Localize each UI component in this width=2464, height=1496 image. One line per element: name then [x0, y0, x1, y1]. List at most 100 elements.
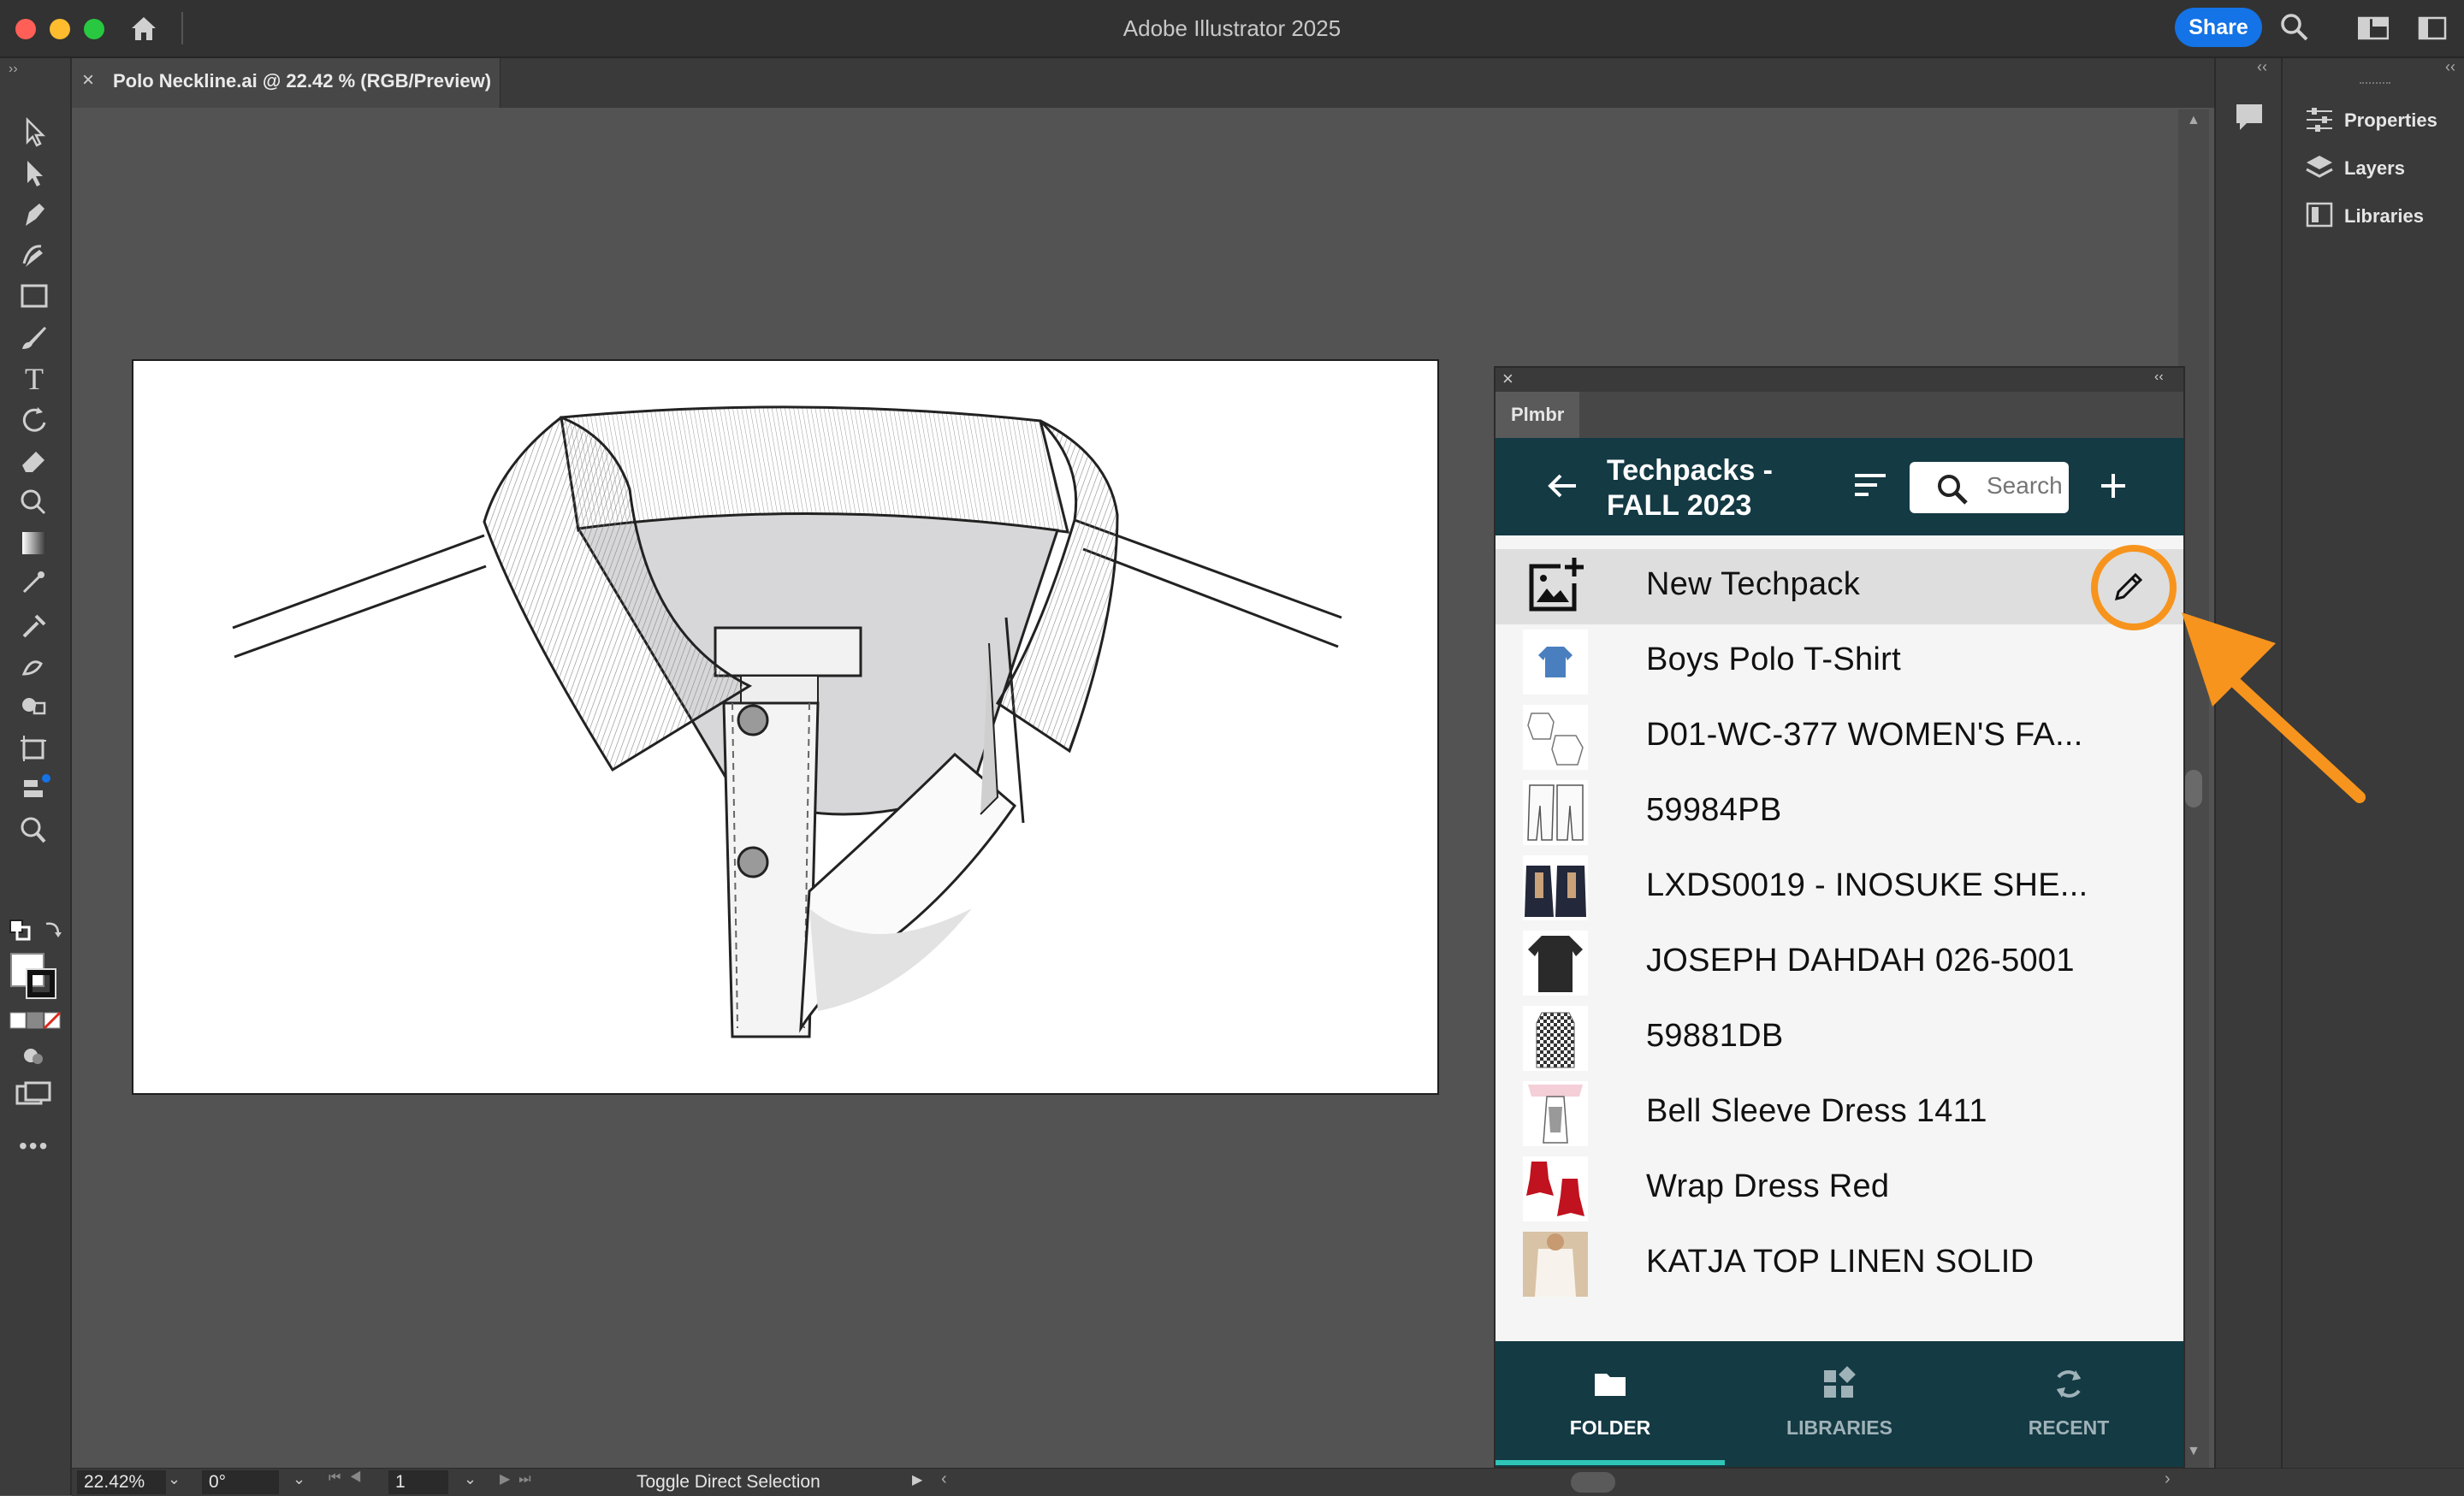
rotate-tool-icon[interactable]	[15, 402, 53, 436]
bottom-navigation: FOLDER LIBRARIES RECENT	[1496, 1341, 2183, 1467]
curvature-tool-icon[interactable]	[15, 238, 53, 272]
comments-icon[interactable]	[2233, 101, 2266, 133]
plmbr-plugin-panel: × ‹‹ Plmbr Techpacks - FALL 2023 Search …	[1494, 366, 2185, 1469]
paintbrush-tool-icon[interactable]	[15, 320, 53, 354]
search-icon[interactable]	[2279, 12, 2310, 43]
artboard-tool-icon[interactable]	[15, 730, 53, 765]
document-tab[interactable]: × Polo Neckline.ai @ 22.42 % (RGB/Previe…	[72, 58, 500, 108]
direct-selection-tool-icon[interactable]	[15, 156, 53, 190]
gradient-tool-icon[interactable]	[15, 525, 53, 559]
back-arrow-icon[interactable]	[1545, 470, 1579, 501]
properties-panel-button[interactable]: Properties	[2300, 101, 2462, 139]
list-item-label: Boys Polo T-Shirt	[1646, 642, 1901, 677]
draw-mode-icon[interactable]	[21, 1044, 48, 1069]
properties-label: Properties	[2344, 109, 2437, 131]
list-item-label: JOSEPH DAHDAH 026-5001	[1646, 943, 2075, 979]
close-tab-icon[interactable]: ×	[82, 68, 94, 92]
arrange-documents-icon[interactable]	[2418, 15, 2447, 41]
scroll-right-arrow-icon[interactable]: ›	[2165, 1469, 2171, 1489]
scroll-down-arrow-icon[interactable]: ▼	[2187, 1444, 2200, 1459]
swap-colors-icon[interactable]	[41, 919, 63, 941]
zoom-dropdown-icon[interactable]: ⌄	[168, 1470, 181, 1488]
list-item-label: 59881DB	[1646, 1018, 1784, 1054]
list-item-label: D01-WC-377 WOMEN'S FA...	[1646, 717, 2083, 753]
refresh-icon	[2057, 1370, 2081, 1398]
folder-icon	[1595, 1374, 1626, 1396]
nav-recent[interactable]: RECENT	[1954, 1341, 2183, 1467]
add-icon[interactable]	[2098, 470, 2129, 501]
polo-neckline-illustration[interactable]	[133, 361, 1437, 1093]
color-mode-icon[interactable]	[9, 1011, 62, 1030]
zoom-tool-icon[interactable]	[15, 813, 53, 847]
status-menu-arrow-icon[interactable]: ▶	[912, 1471, 922, 1488]
expand-panels-icon[interactable]: ‹‹	[2257, 58, 2267, 76]
edit-toolbar-icon[interactable]: •••	[19, 1132, 49, 1160]
layers-label: Layers	[2344, 157, 2405, 179]
pen-tool-icon[interactable]	[15, 197, 53, 231]
list-item[interactable]: Bell Sleeve Dress 1411	[1496, 1076, 2183, 1151]
type-tool-icon[interactable]: T	[15, 361, 53, 396]
nav-folder[interactable]: FOLDER	[1496, 1341, 1725, 1467]
zoom-level-field[interactable]: 22.42%	[77, 1470, 166, 1494]
list-item-label: 59984PB	[1646, 792, 1782, 828]
white-shirts-thumbnail	[1523, 705, 1588, 770]
list-item[interactable]: LXDS0019 - INOSUKE SHE...	[1496, 850, 2183, 925]
list-item-new-techpack[interactable]: New Techpack	[1496, 549, 2183, 624]
close-panel-icon[interactable]: ×	[1502, 368, 1513, 390]
dock-grip[interactable]	[2360, 82, 2390, 87]
layers-panel-button[interactable]: Layers	[2300, 149, 2462, 186]
workspace-switcher-icon[interactable]	[2358, 15, 2389, 41]
scroll-up-arrow-icon[interactable]: ▲	[2187, 113, 2200, 128]
blend-tool-icon[interactable]	[15, 566, 53, 600]
eraser-tool-icon[interactable]	[15, 443, 53, 477]
app-title: Adobe Illustrator 2025	[1122, 15, 1342, 41]
align-tool-icon[interactable]	[15, 772, 53, 806]
rotation-field[interactable]: 0°	[202, 1470, 279, 1494]
collapse-dock-icon[interactable]: ‹‹	[2445, 58, 2455, 76]
sort-icon[interactable]	[1853, 470, 1887, 500]
search-box[interactable]	[1910, 462, 2069, 513]
collapse-toolbar-icon[interactable]: ››	[9, 62, 18, 77]
add-image-icon	[1529, 558, 1584, 612]
nav-libraries[interactable]: LIBRARIES	[1725, 1341, 1954, 1467]
horizontal-scroll-thumb[interactable]	[1571, 1472, 1615, 1493]
list-item[interactable]: 59881DB	[1496, 1001, 2183, 1076]
rotation-dropdown-icon[interactable]: ⌄	[293, 1470, 305, 1488]
share-button[interactable]: Share	[2175, 8, 2262, 47]
list-item[interactable]: 59984PB	[1496, 775, 2183, 850]
screen-mode-icon[interactable]	[15, 1081, 53, 1110]
list-item[interactable]: JOSEPH DAHDAH 026-5001	[1496, 925, 2183, 1001]
default-colors-icon[interactable]	[9, 919, 33, 943]
red-dresses-thumbnail	[1523, 1156, 1588, 1221]
artboard-dropdown-icon[interactable]: ⌄	[464, 1470, 477, 1488]
artboard[interactable]	[132, 359, 1439, 1095]
linen-top-photo-thumbnail	[1523, 1232, 1588, 1297]
list-item[interactable]: Boys Polo T-Shirt	[1496, 624, 2183, 700]
list-item[interactable]: KATJA TOP LINEN SOLID	[1496, 1227, 2183, 1302]
selection-tool-icon[interactable]	[15, 115, 53, 149]
search-icon	[1938, 475, 1968, 505]
plugin-header	[1496, 438, 2183, 535]
list-item[interactable]: Wrap Dress Red	[1496, 1151, 2183, 1227]
libraries-panel-button[interactable]: Libraries	[2300, 197, 2462, 234]
stroke-color-swatch[interactable]	[26, 968, 56, 999]
status-message: Toggle Direct Selection	[637, 1472, 820, 1492]
symbol-sprayer-tool-icon[interactable]	[15, 648, 53, 683]
collapse-panel-icon[interactable]: ‹‹	[2154, 370, 2164, 385]
rectangle-tool-icon[interactable]	[15, 279, 53, 313]
shape-builder-tool-icon[interactable]	[15, 689, 53, 724]
libraries-label: Libraries	[2344, 205, 2424, 227]
artboard-number-field[interactable]: 1	[388, 1470, 448, 1494]
next-last-artboard-icons[interactable]: ▶⏭	[500, 1470, 540, 1487]
plugin-tab-row	[1496, 392, 2183, 438]
black-tee-thumbnail	[1523, 931, 1588, 996]
first-prev-artboard-icons[interactable]: ⏮◀	[329, 1470, 370, 1486]
list-item[interactable]: D01-WC-377 WOMEN'S FA...	[1496, 700, 2183, 775]
eyedropper-tool-icon[interactable]	[15, 607, 53, 642]
plugin-tab-label: Plmbr	[1511, 404, 1565, 425]
plugin-tab[interactable]: Plmbr	[1496, 392, 1579, 438]
plugin-panel-titlebar: × ‹‹	[1496, 368, 2183, 392]
scroll-left-arrow-icon[interactable]: ‹	[941, 1469, 947, 1489]
search-input[interactable]	[1987, 472, 2064, 500]
free-transform-tool-icon[interactable]	[15, 484, 53, 518]
